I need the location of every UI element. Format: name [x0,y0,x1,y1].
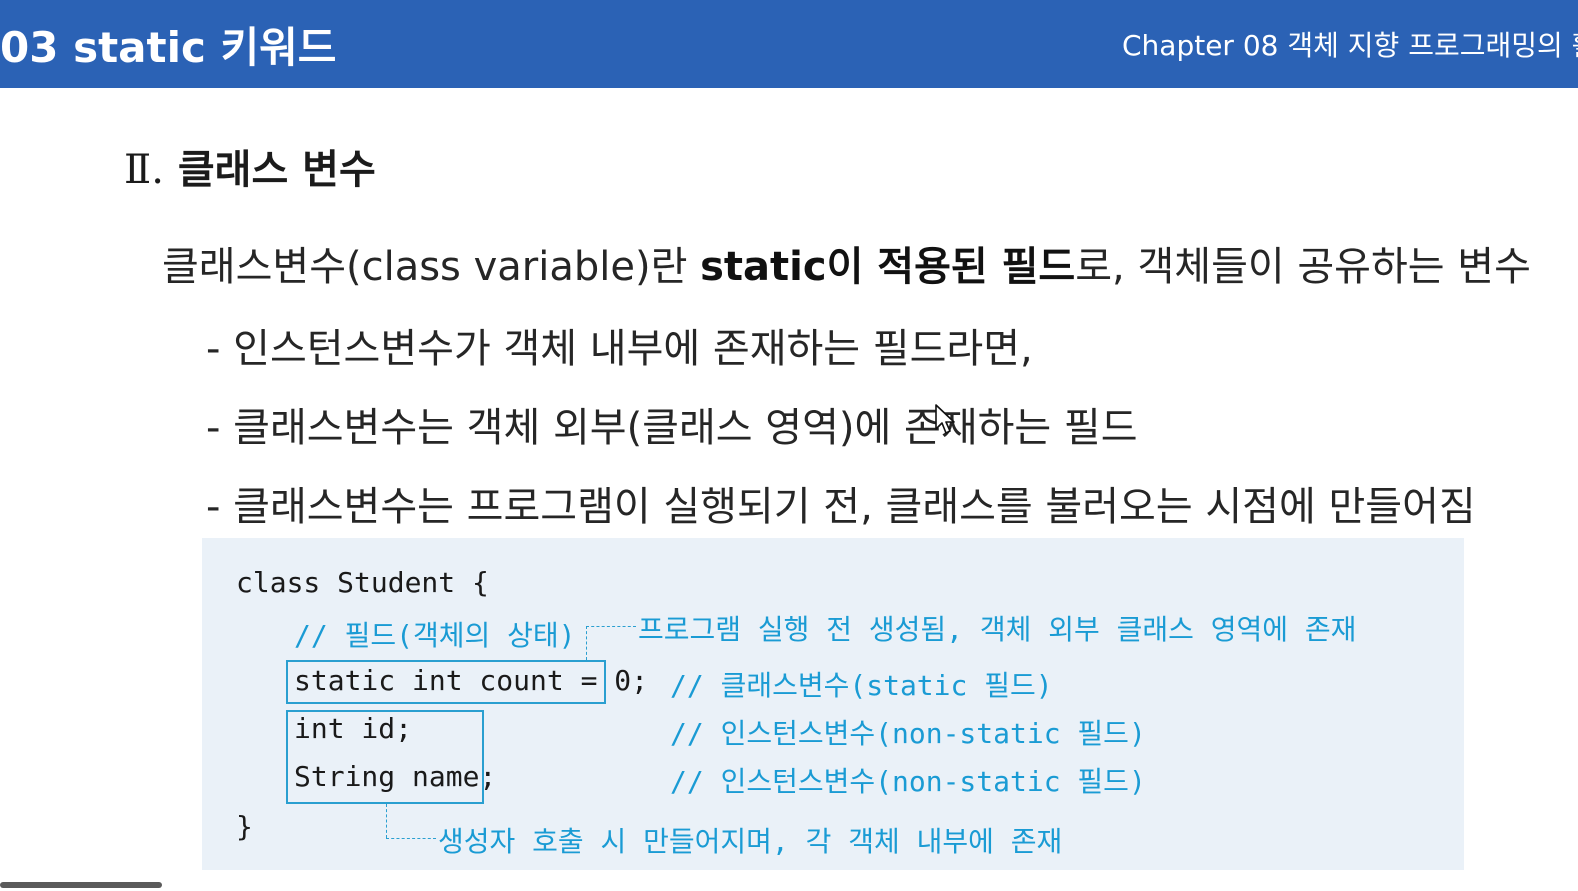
lead-sentence: 클래스변수(class variable)란 static이 적용된 필드로, … [162,234,1531,292]
code-line-class: class Student { [236,566,489,599]
lead-bold: static이 적용된 필드 [700,244,1076,290]
code-comment-id: // 인스턴스변수(non-static 필드) [670,717,1146,750]
header-bar: 03 static 키워드 Chapter 08 객체 지향 프로그래밍의 활 [0,0,1578,88]
annotation-connector [586,626,636,627]
code-comment-static: // 클래스변수(static 필드) [670,669,1053,702]
code-line-name: String name; [294,760,497,793]
code-line-close: } [236,810,253,843]
bullet-item: - 인스턴스변수가 객체 내부에 존재하는 필드라면, [206,326,1033,372]
bullet-item: - 클래스변수는 프로그램이 실행되기 전, 클래스를 불러오는 시점에 만들어… [206,484,1476,530]
annotation-connector [386,804,387,838]
section-number: Ⅱ. [124,147,164,193]
section-heading: Ⅱ. 클래스 변수 [124,137,376,195]
mouse-pointer-icon [935,404,955,434]
code-comment-fields: // 필드(객체의 상태) [294,619,576,652]
slide-title: 03 static 키워드 [0,23,337,72]
chapter-title: Chapter 08 객체 지향 프로그래밍의 활 [1122,29,1578,62]
annotation-connector [586,626,587,660]
code-comment-name: // 인스턴스변수(non-static 필드) [670,765,1146,798]
section-title: 클래스 변수 [177,147,376,193]
annotation-connector [386,838,436,839]
bullet-item: - 클래스변수는 객체 외부(클래스 영역)에 존재하는 필드 [206,405,1138,451]
code-block: class Student { // 필드(객체의 상태) 프로그램 실행 전 … [202,538,1464,870]
annotation-instance: 생성자 호출 시 만들어지며, 각 객체 내부에 존재 [438,825,1063,858]
annotation-static: 프로그램 실행 전 생성됨, 객체 외부 클래스 영역에 존재 [638,613,1357,646]
scrollbar[interactable] [0,882,162,888]
code-line-id: int id; [294,712,413,745]
code-line-static: static int count = 0; [294,664,649,697]
lead-pre: 클래스변수(class variable)란 [162,244,701,290]
lead-post: 로, 객체들이 공유하는 변수 [1075,244,1531,290]
